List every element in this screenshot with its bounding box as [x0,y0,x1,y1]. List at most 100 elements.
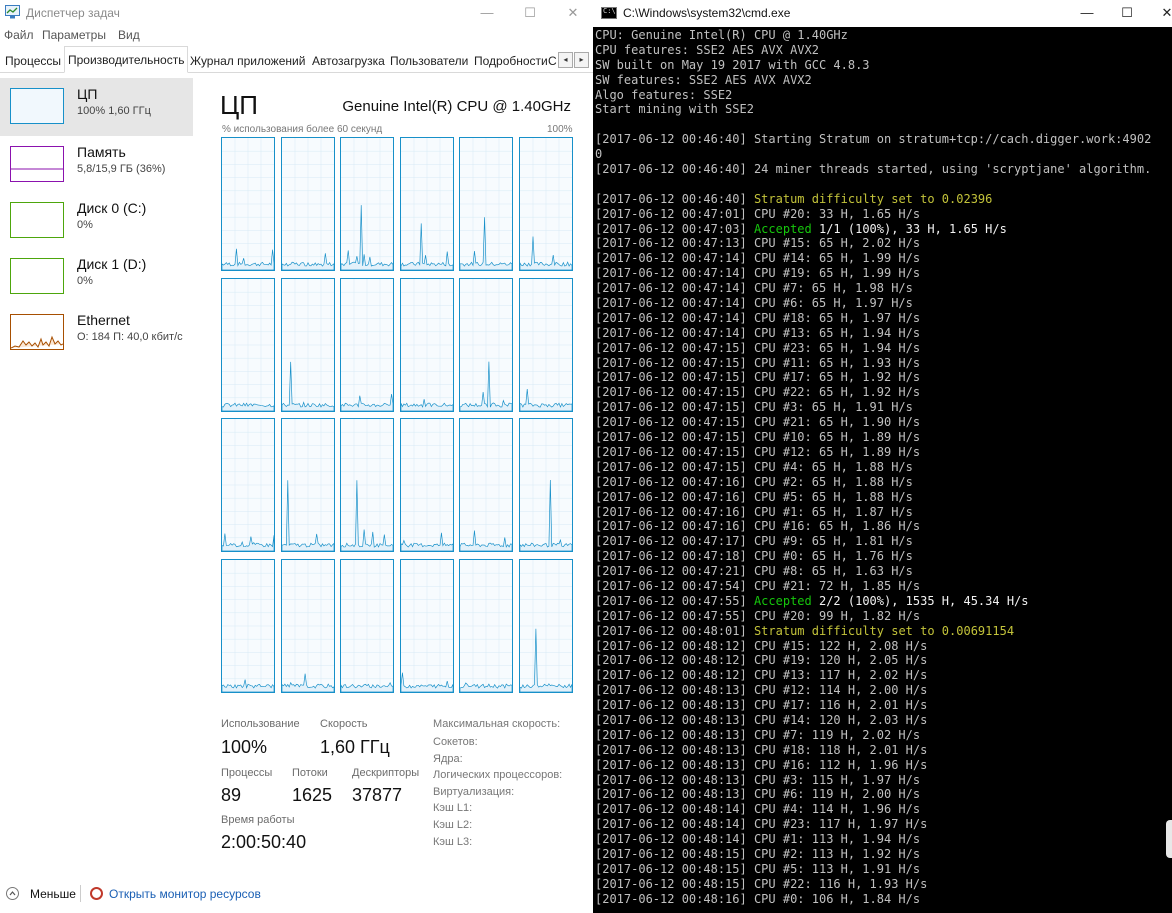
sidebar-item-cpu[interactable]: ЦП 100% 1,60 ГГц [0,78,193,136]
console-line: [2017-06-12 00:47:14] CPU #13: 65 H, 1.9… [595,325,921,340]
console-line: [2017-06-12 00:47:55] Accepted 2/2 (100%… [595,593,1029,608]
console-line: [2017-06-12 00:48:15] CPU #5: 113 H, 1.9… [595,861,921,876]
cpu-core-graph [221,418,275,553]
console-line: [2017-06-12 00:47:16] CPU #5: 65 H, 1.88… [595,489,913,504]
console-line: [2017-06-12 00:48:13] CPU #17: 116 H, 2.… [595,698,928,713]
cmd-close-button[interactable]: ✕ [1152,3,1172,23]
threads-label: Потоки [292,767,328,779]
tab-app-history[interactable]: Журнал приложений [187,50,308,72]
cpu-core-graph [399,137,454,271]
uptime-value: 2:00:50:40 [221,832,307,852]
tab-performance[interactable]: Производительность [64,46,189,73]
tab-services-truncated[interactable]: С [547,50,558,72]
cpu-core-graph [519,558,573,693]
fewer-details-link[interactable]: Меньше [30,887,76,901]
console-line: [2017-06-12 00:46:40] 24 miner threads s… [595,162,1152,177]
console-line: [2017-06-12 00:48:15] CPU #22: 116 H, 1.… [595,876,928,891]
cpu-core-graph [280,558,335,693]
cmd-minimize-button[interactable]: — [1072,3,1102,23]
speed-label: Скорость [320,718,368,730]
cores-label: Ядра: [433,753,463,765]
maximize-button[interactable]: ☐ [513,2,547,24]
console-line: 0 [595,147,603,162]
console-line: [2017-06-12 00:48:13] CPU #6: 119 H, 2.0… [595,787,921,802]
sidebar-item-label: Ethernet [77,312,130,328]
tab-processes[interactable]: Процессы [2,50,64,72]
cpu-core-graph [340,418,395,553]
console-line: [2017-06-12 00:48:14] CPU #4: 114 H, 1.9… [595,802,921,817]
console-output[interactable]: CPU: Genuine Intel(R) CPU @ 1.40GHz CPU f… [595,28,1172,907]
cpu-core-graphs [221,137,573,697]
console-line: [2017-06-12 00:48:15] CPU #2: 113 H, 1.9… [595,846,921,861]
ethernet-thumbnail [10,314,64,350]
cpu-core-graph [519,418,573,553]
console-line: [2017-06-12 00:47:14] CPU #18: 65 H, 1.9… [595,310,921,325]
cpu-core-graph [459,137,514,271]
console-line: SW features: SSE2 AES AVX AVX2 [595,72,812,87]
open-resource-monitor-link[interactable]: Открыть монитор ресурсов [109,887,261,901]
minimize-button[interactable]: — [470,2,504,24]
console-line: [2017-06-12 00:47:54] CPU #21: 72 H, 1.8… [595,578,921,593]
menu-file[interactable]: Файл [4,28,34,42]
usage-label: Использование [221,718,300,730]
console-line: [2017-06-12 00:47:13] CPU #15: 65 H, 2.0… [595,236,921,251]
console-line: [2017-06-12 00:48:14] CPU #23: 117 H, 1.… [595,817,928,832]
graph-caption: % использования более 60 секунд [222,124,383,135]
sidebar-item-memory[interactable]: Память 5,8/15,9 ГБ (36%) [0,136,193,194]
ethernet-thumbnail-graph [11,335,63,349]
processes-label: Процессы [221,767,273,779]
cpu-core-graph [340,558,395,693]
sidebar-item-value: 100% 1,60 ГГц [77,105,151,117]
task-manager-icon [5,5,20,19]
cpu-core-graph [221,558,275,693]
sidebar-item-disk0[interactable]: Диск 0 (C:) 0% [0,192,193,250]
tab-users[interactable]: Пользователи [387,50,471,72]
graph-max-label: 100% [547,124,573,135]
menu-view[interactable]: Вид [118,28,140,42]
disk1-thumbnail [10,258,64,294]
sidebar-item-value: 0% [77,219,93,231]
console-line: [2017-06-12 00:48:13] CPU #7: 119 H, 2.0… [595,727,921,742]
footer: Меньше Открыть монитор ресурсов [0,880,593,908]
cpu-core-graph [399,558,454,693]
console-line: [2017-06-12 00:48:12] CPU #13: 117 H, 2.… [595,668,928,683]
l2-cache-label: Кэш L2: [433,819,473,831]
l3-cache-label: Кэш L3: [433,836,473,848]
console-line: [2017-06-12 00:48:12] CPU #19: 120 H, 2.… [595,653,928,668]
console-line: [2017-06-12 00:48:13] CPU #18: 118 H, 2.… [595,742,928,757]
cpu-core-graph [340,137,395,271]
task-manager-titlebar: Диспетчер задач — ☐ ✕ [0,0,593,26]
sidebar-item-disk1[interactable]: Диск 1 (D:) 0% [0,248,193,306]
window-title: Диспетчер задач [26,6,120,20]
sidebar-item-ethernet[interactable]: Ethernet О: 184 П: 40,0 кбит/с [0,304,193,362]
sidebar-item-value: 0% [77,275,93,287]
tab-scroll-right-icon[interactable]: ▸ [574,52,589,68]
virtualization-label: Виртуализация: [433,786,515,798]
console-line: [2017-06-12 00:47:16] CPU #1: 65 H, 1.87… [595,504,913,519]
cpu-core-graph [459,418,514,553]
menu-options[interactable]: Параметры [42,28,106,42]
close-button[interactable]: ✕ [556,2,590,24]
tab-startup[interactable]: Автозагрузка [309,50,388,72]
console-line: CPU features: SSE2 AES AVX AVX2 [595,42,819,57]
uptime-label: Время работы [221,814,295,826]
tab-details[interactable]: Подробности [471,50,551,72]
scrollbar-thumb[interactable] [1166,820,1172,858]
resource-monitor-icon[interactable] [90,887,103,900]
console-line: [2017-06-12 00:47:55] CPU #20: 99 H, 1.8… [595,608,921,623]
console-line: [2017-06-12 00:47:15] CPU #23: 65 H, 1.9… [595,340,921,355]
cpu-core-graph [519,277,573,412]
cpu-core-graph [280,277,335,412]
tab-scroll-left-icon[interactable]: ◂ [558,52,573,68]
memory-thumbnail [10,146,64,182]
console-line: [2017-06-12 00:47:14] CPU #7: 65 H, 1.98… [595,281,913,296]
collapse-chevron-icon[interactable] [6,887,19,900]
cmd-maximize-button[interactable]: ☐ [1112,3,1142,23]
console-line: Algo features: SSE2 [595,87,733,102]
console-line: [2017-06-12 00:47:21] CPU #8: 65 H, 1.63… [595,564,913,579]
logical-processors-label: Логических процессоров: [433,769,563,781]
cpu-core-graph [340,277,395,412]
cpu-title: ЦП [220,90,258,120]
